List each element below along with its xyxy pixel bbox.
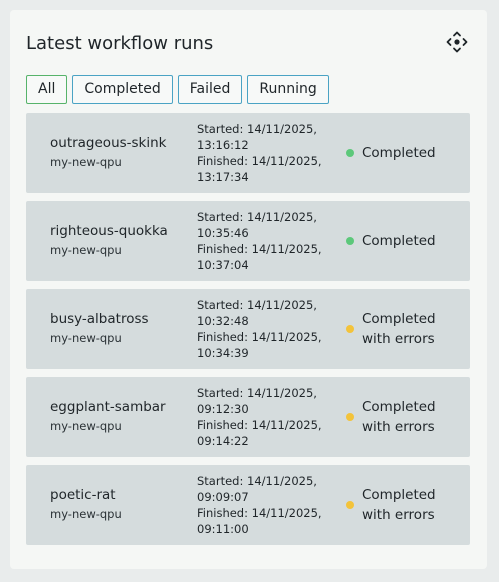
- run-times: Started: 14/11/2025, 10:35:46 Finished: …: [197, 209, 322, 273]
- started-label: Started: 14/11/2025,: [197, 122, 317, 136]
- status-dot-icon: [346, 325, 354, 333]
- started-label: Started: 14/11/2025,: [197, 210, 317, 224]
- finished-label: Finished: 14/11/2025,: [197, 242, 322, 256]
- filter-failed-button[interactable]: Failed: [177, 75, 243, 104]
- panel-title: Latest workflow runs: [26, 33, 214, 54]
- run-card[interactable]: busy-albatross my-new-qpu Started: 14/11…: [26, 289, 470, 369]
- started-time: 09:09:07: [197, 490, 249, 504]
- started-label: Started: 14/11/2025,: [197, 386, 317, 400]
- status-dot-icon: [346, 149, 354, 157]
- run-environment: my-new-qpu: [50, 155, 122, 169]
- status-text: Completed: [362, 145, 436, 161]
- run-card[interactable]: righteous-quokka my-new-qpu Started: 14/…: [26, 201, 470, 281]
- status-dot-icon: [346, 237, 354, 245]
- run-environment: my-new-qpu: [50, 419, 122, 433]
- run-name: righteous-quokka: [50, 223, 168, 239]
- status-text: Completed: [362, 233, 436, 249]
- started-label: Started: 14/11/2025,: [197, 474, 317, 488]
- run-environment: my-new-qpu: [50, 243, 122, 257]
- run-status: Completed: [346, 113, 466, 193]
- run-status: Completed with errors: [346, 377, 466, 457]
- run-name: outrageous-skink: [50, 135, 167, 151]
- finished-label: Finished: 14/11/2025,: [197, 330, 322, 344]
- started-time: 10:35:46: [197, 226, 249, 240]
- run-name: poetic-rat: [50, 487, 116, 503]
- run-environment: my-new-qpu: [50, 507, 122, 521]
- started-time: 10:32:48: [197, 314, 249, 328]
- run-name: eggplant-sambar: [50, 399, 166, 415]
- run-times: Started: 14/11/2025, 09:09:07 Finished: …: [197, 473, 322, 537]
- move-arrows-icon[interactable]: [446, 31, 468, 53]
- status-text: Completed with errors: [362, 311, 436, 347]
- run-card[interactable]: eggplant-sambar my-new-qpu Started: 14/1…: [26, 377, 470, 457]
- finished-time: 13:17:34: [197, 170, 249, 184]
- started-time: 13:16:12: [197, 138, 249, 152]
- status-dot-icon: [346, 413, 354, 421]
- status-text: Completed with errors: [362, 399, 436, 435]
- started-time: 09:12:30: [197, 402, 249, 416]
- move-arrows-icon-graphic: [446, 31, 468, 53]
- finished-time: 10:34:39: [197, 346, 249, 360]
- run-card[interactable]: outrageous-skink my-new-qpu Started: 14/…: [26, 113, 470, 193]
- run-card[interactable]: poetic-rat my-new-qpu Started: 14/11/202…: [26, 465, 470, 545]
- workflow-runs-panel: Latest workflow runs All Completed Faile…: [10, 10, 487, 569]
- run-environment: my-new-qpu: [50, 331, 122, 345]
- finished-label: Finished: 14/11/2025,: [197, 506, 322, 520]
- filter-tabs: All Completed Failed Running: [26, 75, 329, 104]
- finished-time: 09:11:00: [197, 522, 249, 536]
- run-times: Started: 14/11/2025, 13:16:12 Finished: …: [197, 121, 322, 185]
- run-status: Completed with errors: [346, 289, 466, 369]
- status-text: Completed with errors: [362, 487, 436, 523]
- filter-completed-button[interactable]: Completed: [72, 75, 173, 104]
- finished-time: 09:14:22: [197, 434, 249, 448]
- run-times: Started: 14/11/2025, 10:32:48 Finished: …: [197, 297, 322, 361]
- finished-time: 10:37:04: [197, 258, 249, 272]
- run-status: Completed with errors: [346, 465, 466, 545]
- filter-running-button[interactable]: Running: [247, 75, 329, 104]
- finished-label: Finished: 14/11/2025,: [197, 154, 322, 168]
- started-label: Started: 14/11/2025,: [197, 298, 317, 312]
- finished-label: Finished: 14/11/2025,: [197, 418, 322, 432]
- run-name: busy-albatross: [50, 311, 149, 327]
- run-times: Started: 14/11/2025, 09:12:30 Finished: …: [197, 385, 322, 449]
- filter-all-button[interactable]: All: [26, 75, 68, 104]
- runs-list: outrageous-skink my-new-qpu Started: 14/…: [26, 113, 470, 553]
- status-dot-icon: [346, 501, 354, 509]
- run-status: Completed: [346, 201, 466, 281]
